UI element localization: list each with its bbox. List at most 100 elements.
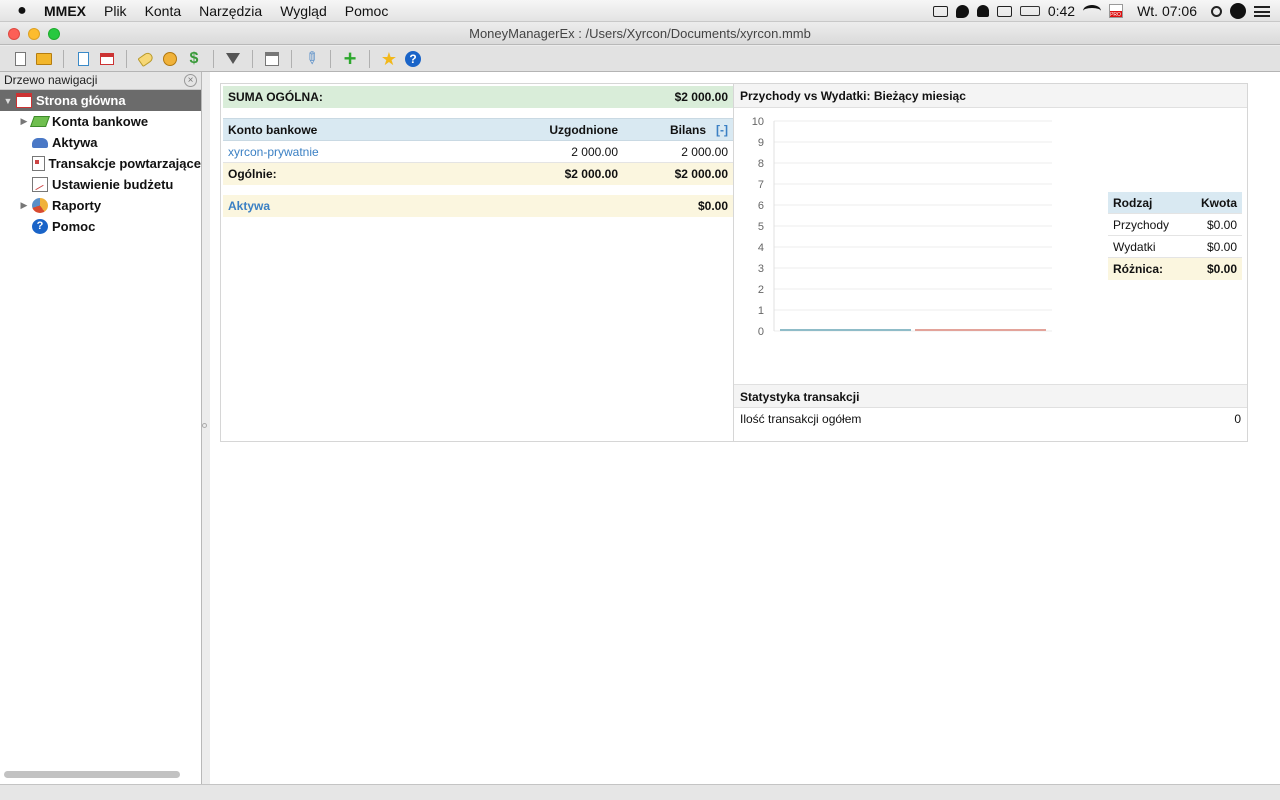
table-row: Przychody $0.00	[1108, 214, 1242, 236]
sidebar-item-budget[interactable]: Ustawienie budżetu	[0, 174, 201, 195]
spotlight-search-icon[interactable]	[1211, 5, 1222, 17]
accounts-total-row: Ogólnie: $2 000.00 $2 000.00	[223, 163, 733, 185]
filter-button[interactable]	[223, 49, 243, 69]
menu-app-name[interactable]: MMEX	[44, 3, 95, 19]
accounts-total-label: Ogólnie:	[228, 167, 277, 181]
sidebar-item-bank-accounts[interactable]: ▶ Konta bankowe	[0, 111, 201, 132]
new-database-button[interactable]	[10, 49, 30, 69]
sidebar-item-recurring[interactable]: Transakcje powtarzające	[0, 153, 201, 174]
sidebar-item-assets[interactable]: Aktywa	[0, 132, 201, 153]
categories-button[interactable]	[160, 49, 180, 69]
minimize-window-button[interactable]	[28, 28, 40, 40]
close-sidebar-icon[interactable]: ×	[184, 74, 197, 87]
column-header-reconciled: Uzgodnione	[549, 122, 618, 137]
screen-icon[interactable]	[932, 5, 948, 17]
options-icon: ✎	[300, 47, 323, 69]
battery-time[interactable]: 0:42	[1048, 3, 1075, 19]
sidebar-horizontal-scrollbar[interactable]	[4, 771, 180, 778]
budget-icon	[265, 51, 279, 66]
balance-header-label: Bilans	[669, 122, 706, 137]
accounts-table-header: Konto bankowe Uzgodnione Bilans [-]	[223, 118, 733, 141]
reports-pie-icon	[32, 198, 48, 213]
close-window-button[interactable]	[8, 28, 20, 40]
notification-center-icon[interactable]	[1254, 5, 1270, 17]
accounts-column: SUMA OGÓLNA: $2 000.00 Konto bankowe Uzg…	[221, 84, 734, 441]
zoom-window-button[interactable]	[48, 28, 60, 40]
y-tick-label: 6	[758, 200, 764, 212]
assets-row: Aktywa $0.00	[223, 195, 733, 217]
bank-accounts-icon	[29, 116, 51, 127]
currency-button[interactable]: $	[184, 49, 204, 69]
menu-wyglad[interactable]: Wygląd	[271, 3, 336, 19]
add-button[interactable]: +	[340, 47, 360, 69]
bar-przychody[interactable]	[780, 329, 911, 331]
y-tick-label: 8	[758, 158, 764, 170]
income-label: Przychody	[1113, 217, 1170, 232]
income-amount: $0.00	[1206, 217, 1237, 232]
splitter-handle[interactable]	[202, 423, 207, 428]
sidebar-item-label: Transakcje powtarzające	[48, 156, 201, 171]
open-database-button[interactable]	[34, 49, 54, 69]
tags-button[interactable]	[136, 49, 156, 69]
menu-narzedzia[interactable]: Narzędzia	[190, 3, 271, 19]
home-icon	[16, 93, 32, 108]
notification-bell-icon[interactable]	[976, 5, 989, 17]
status-bar	[0, 784, 1280, 800]
menu-konta[interactable]: Konta	[136, 3, 191, 19]
battery-icon[interactable]	[1019, 6, 1040, 16]
account-link[interactable]: xyrcon-prywatnie	[228, 145, 498, 159]
menu-pomoc[interactable]: Pomoc	[336, 3, 398, 19]
dashboard-panel: SUMA OGÓLNA: $2 000.00 Konto bankowe Uzg…	[220, 83, 1248, 442]
toolbar-separator	[63, 49, 64, 68]
sidebar-item-home[interactable]: ▼ Strona główna	[0, 90, 201, 111]
language-flag-icon[interactable]: PRO	[1109, 4, 1124, 18]
filter-icon	[226, 53, 240, 64]
window-controls	[8, 28, 60, 40]
messenger-icon[interactable]	[955, 4, 969, 18]
new-transaction-button[interactable]	[73, 49, 93, 69]
user-account-icon[interactable]	[1230, 3, 1246, 19]
flag-label: PRO	[1110, 12, 1121, 18]
sidebar-item-help[interactable]: ? Pomoc	[0, 216, 201, 237]
sidebar-item-reports[interactable]: ▶ Raporty	[0, 195, 201, 216]
keyboard-icon[interactable]	[996, 5, 1012, 17]
toolbar-separator	[213, 49, 214, 68]
y-tick-label: 10	[752, 116, 764, 128]
recurring-transactions-icon	[32, 156, 45, 171]
assets-value: $0.00	[697, 199, 728, 213]
collapse-arrow-icon[interactable]: ▼	[0, 96, 16, 106]
table-row: xyrcon-prywatnie 2 000.00 2 000.00	[223, 141, 733, 163]
new-transaction-icon	[77, 51, 89, 66]
clock[interactable]: Wt. 07:06	[1137, 3, 1197, 19]
expense-amount: $0.00	[1206, 239, 1237, 254]
sidebar-item-label: Aktywa	[52, 135, 98, 150]
menu-plik[interactable]: Plik	[95, 3, 136, 19]
transaction-stats: Statystyka transakcji Ilość transakcji o…	[734, 384, 1247, 430]
home-icon	[100, 52, 114, 65]
wifi-icon[interactable]	[1083, 5, 1102, 17]
help-button[interactable]: ?	[403, 49, 423, 69]
collapse-toggle[interactable]: [-]	[716, 123, 728, 137]
sidebar-item-label: Konta bankowe	[52, 114, 149, 129]
navigation-sidebar: Drzewo nawigacji × ▼ Strona główna ▶ Kon…	[0, 72, 202, 784]
apple-menu-icon[interactable]: ●	[0, 2, 44, 20]
favorite-button[interactable]: ★	[379, 49, 399, 69]
column-header-type: Rodzaj	[1113, 195, 1153, 210]
difference-amount: $0.00	[1206, 262, 1237, 276]
table-row: Wydatki $0.00	[1108, 236, 1242, 258]
status-area: 0:42 PRO Wt. 07:06	[932, 0, 1280, 22]
toolbar-separator	[252, 49, 253, 68]
categories-icon	[163, 51, 177, 66]
home-button[interactable]	[97, 49, 117, 69]
sidebar-item-label: Strona główna	[36, 93, 126, 108]
column-header-balance: Bilans [-]	[618, 123, 728, 137]
budget-button[interactable]	[262, 49, 282, 69]
options-button[interactable]: ✎	[300, 47, 323, 69]
sidebar-item-label: Ustawienie budżetu	[52, 177, 174, 192]
expand-arrow-icon[interactable]: ▶	[16, 200, 32, 211]
y-tick-label: 9	[758, 137, 764, 149]
account-balance: 2 000.00	[681, 144, 728, 159]
open-database-icon	[36, 52, 52, 65]
assets-link[interactable]: Aktywa	[228, 199, 698, 213]
bar-wydatki[interactable]	[915, 329, 1046, 331]
